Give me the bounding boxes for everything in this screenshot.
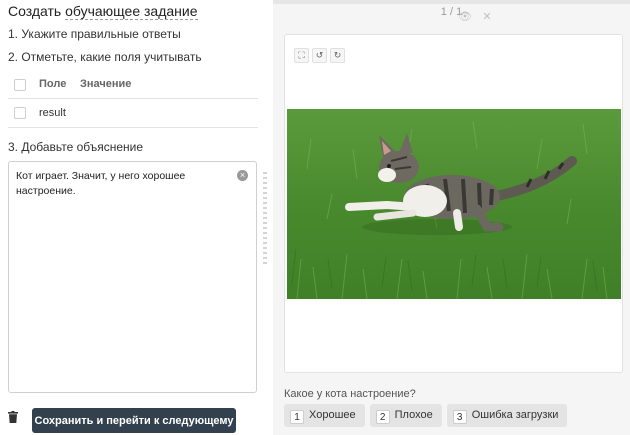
- top-strip: [273, 0, 630, 4]
- fields-table: Поле Значение result: [8, 72, 258, 128]
- explanation-textarea[interactable]: [9, 162, 256, 392]
- close-icon[interactable]: ✕: [482, 10, 491, 23]
- question-text: Какое у кота настроение?: [284, 388, 416, 400]
- select-all-checkbox[interactable]: [14, 79, 26, 91]
- column-header-field: Поле: [39, 78, 67, 90]
- kitten-photo: [287, 109, 621, 299]
- answer-bad-button[interactable]: 2 Плохое: [369, 404, 442, 427]
- hotkey-badge: 1: [290, 410, 304, 424]
- rotate-left-icon[interactable]: ↺: [312, 48, 327, 63]
- table-header-row: Поле Значение: [8, 72, 258, 99]
- eye-icon[interactable]: 👁: [458, 10, 472, 23]
- step-3-label: 3. Добавьте объяснение: [8, 140, 144, 154]
- step-1-label: 1. Укажите правильные ответы: [8, 27, 181, 41]
- image-toolbar: ⛶ ↺ ↻: [294, 45, 348, 63]
- preview-card: ⛶ ↺ ↻: [284, 34, 623, 373]
- hotkey-badge: 2: [375, 410, 390, 424]
- title-dashed-link[interactable]: обучающее задание: [65, 3, 198, 20]
- step-2-label: 2. Отметьте, какие поля учитывать: [8, 50, 202, 64]
- page-title: Создать обучающее задание: [8, 3, 198, 20]
- task-editor-panel: Создать обучающее задание 1. Укажите пра…: [0, 0, 265, 435]
- title-prefix: Создать: [8, 3, 66, 19]
- explanation-field[interactable]: ×: [8, 161, 257, 393]
- column-header-value: Значение: [80, 78, 132, 90]
- answer-options: 1 Хорошее 2 Плохое 3 Ошибка загрузки: [284, 404, 572, 427]
- answer-good-button[interactable]: 1 Хорошее: [284, 404, 365, 427]
- answer-load-error-button[interactable]: 3 Ошибка загрузки: [446, 404, 568, 427]
- resize-handle[interactable]: [261, 172, 269, 264]
- table-row[interactable]: result: [8, 99, 258, 128]
- rotate-right-icon[interactable]: ↻: [330, 48, 345, 63]
- hotkey-badge: 3: [452, 410, 467, 424]
- pager-actions: 👁 ✕: [452, 7, 492, 25]
- clear-icon[interactable]: ×: [237, 170, 248, 181]
- field-name-cell: result: [39, 107, 66, 119]
- answer-label: Хорошее: [309, 409, 356, 421]
- row-checkbox[interactable]: [14, 107, 26, 119]
- save-and-next-button[interactable]: Сохранить и перейти к следующему: [32, 408, 236, 433]
- answer-label: Ошибка загрузки: [471, 409, 559, 421]
- fullscreen-icon[interactable]: ⛶: [294, 48, 309, 63]
- preview-panel: 1 / 1 👁 ✕ ⛶ ↺ ↻ Какое у кота настроение?…: [273, 0, 630, 435]
- answer-label: Плохое: [394, 409, 433, 421]
- trash-icon[interactable]: [8, 411, 18, 423]
